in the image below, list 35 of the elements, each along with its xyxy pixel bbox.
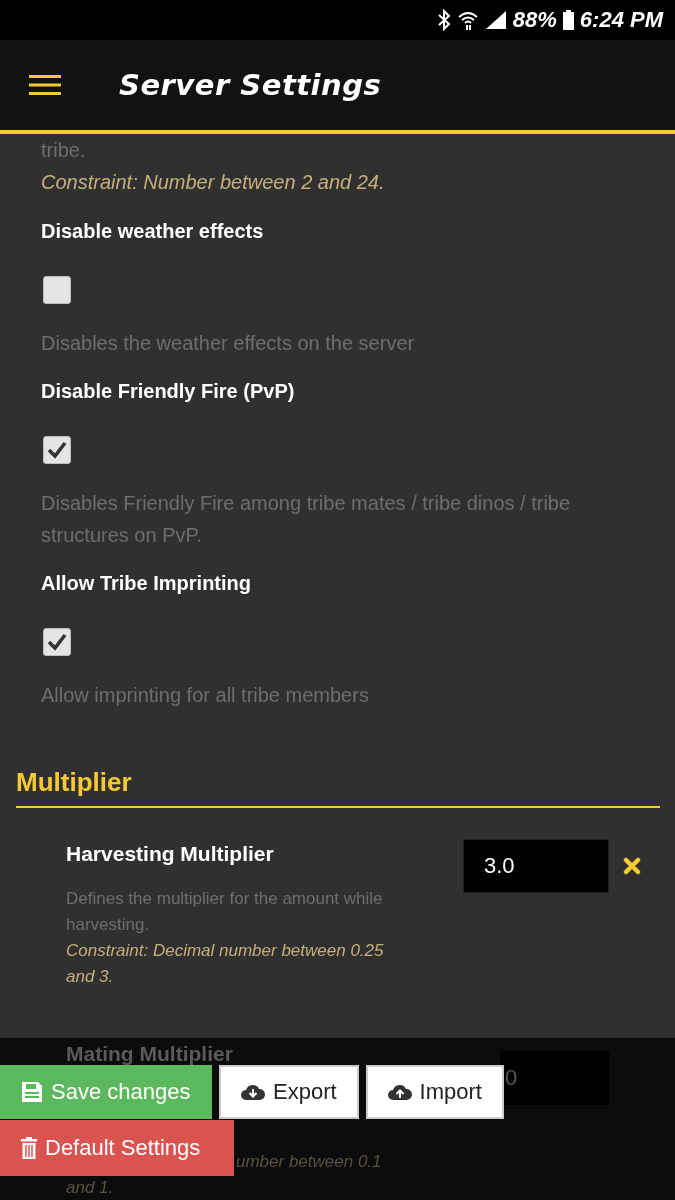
cloud-download-icon bbox=[241, 1084, 265, 1100]
setting-description: Disables Friendly Fire among tribe mates / tribe dinos / tribe structures on PvP. bbox=[41, 491, 572, 548]
floppy-icon bbox=[21, 1081, 43, 1103]
setting-title: Allow Tribe Imprinting bbox=[41, 571, 252, 596]
screen-title: Server Settings bbox=[119, 68, 382, 102]
cloud-upload-icon bbox=[387, 1084, 412, 1100]
constraint-text: Constraint: Decimal number between 0.25 and 3. bbox=[66, 940, 385, 988]
checkbox[interactable] bbox=[43, 628, 71, 656]
constraint-text: umber between 0.1 bbox=[236, 1151, 383, 1173]
bluetooth-icon bbox=[436, 9, 451, 31]
setting-title: Mating Multiplier bbox=[66, 1041, 234, 1067]
constraint-text: Constraint: Number between 2 and 24. bbox=[41, 170, 386, 195]
setting-description: Defines the multiplier for the amount while harvesting. bbox=[66, 888, 384, 936]
wifi-icon bbox=[456, 9, 479, 31]
setting-description: tribe. bbox=[41, 138, 87, 163]
setting-description: Allow imprinting for all tribe members bbox=[41, 683, 370, 708]
battery-icon bbox=[562, 10, 574, 30]
clock: 6:24 PM bbox=[579, 7, 663, 33]
setting-title: Harvesting Multiplier bbox=[66, 841, 275, 867]
setting-title: Disable weather effects bbox=[41, 219, 265, 244]
number-input[interactable]: 3.0 bbox=[463, 839, 609, 893]
setting-description: Disables the weather effects on the server bbox=[41, 331, 416, 356]
battery-percent: 88% bbox=[512, 7, 557, 33]
checkbox[interactable] bbox=[43, 276, 71, 304]
checkbox[interactable] bbox=[43, 436, 71, 464]
default-settings-button[interactable]: Default Settings bbox=[0, 1120, 234, 1176]
menu-icon[interactable] bbox=[29, 75, 61, 95]
setting-title: Disable Friendly Fire (PvP) bbox=[41, 379, 296, 404]
signal-icon bbox=[484, 10, 507, 30]
section-heading: Multiplier bbox=[16, 767, 660, 808]
export-button[interactable]: Export bbox=[219, 1065, 359, 1119]
clear-icon[interactable] bbox=[623, 857, 641, 875]
trash-icon bbox=[21, 1137, 37, 1159]
import-button[interactable]: Import bbox=[365, 1065, 504, 1119]
constraint-text: and 1. bbox=[66, 1177, 115, 1199]
